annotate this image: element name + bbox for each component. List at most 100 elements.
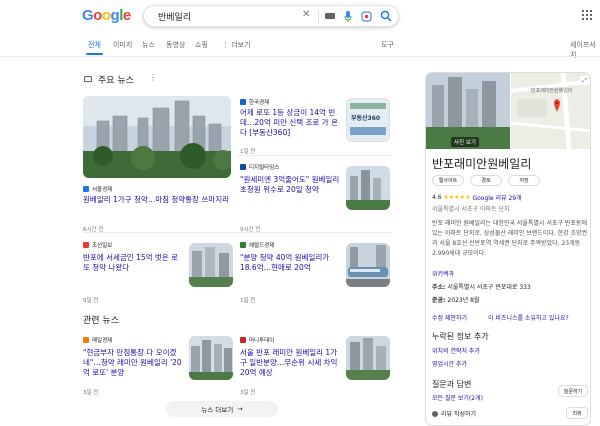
news-time: 9시간 전 — [240, 227, 261, 233]
news-thumbnail[interactable] — [346, 166, 390, 210]
tab-videos[interactable]: 동영상 — [166, 40, 185, 50]
rating-row: 4.6 ★★★★★ Google 리뷰 29개 — [432, 193, 522, 202]
microphone-icon[interactable] — [344, 11, 352, 22]
reviews-link[interactable]: Google 리뷰 29개 — [472, 193, 521, 202]
map-label: 반포래미안원베일리 — [531, 88, 573, 94]
news-thumbnail[interactable] — [346, 336, 390, 380]
news-thumbnail[interactable] — [189, 336, 233, 380]
more-options-icon[interactable]: ⋮ — [149, 73, 157, 82]
news-title[interactable]: 반포에 서세금인 15억 벗은 로또 청약 나왔다 — [83, 253, 183, 273]
clear-icon[interactable]: ✕ — [302, 10, 310, 20]
kp-map[interactable]: 반포래미안원베일리 ⤢ — [510, 73, 590, 150]
news-source: 조선일보 — [83, 241, 112, 249]
photo-label[interactable]: 사진 보기 — [451, 137, 479, 147]
news-thumbnail[interactable]: 부동산360 — [346, 98, 390, 142]
source-icon — [240, 99, 246, 105]
tab-more[interactable]: ⋮ 더보기 — [222, 40, 251, 50]
news-source: 디지털타임스 — [240, 163, 279, 171]
source-icon — [240, 164, 246, 170]
review-button[interactable]: 리뷰 — [566, 407, 588, 419]
logo-letter: G — [82, 7, 94, 24]
tab-all[interactable]: 전체 — [86, 40, 103, 55]
source-icon — [83, 337, 89, 343]
logo-letter: o — [101, 7, 111, 24]
knowledge-panel: 사진 보기 반포래미안원베일리 ⤢ 반포래미안원베일리 웹사이트 경로 저장 4… — [425, 72, 591, 426]
thumbnail-bar — [350, 127, 386, 135]
source-icon — [83, 186, 89, 192]
header-divider — [0, 56, 600, 57]
all-questions-link[interactable]: 모든 질문 보기(2개) — [432, 393, 483, 402]
rating-value: 4.6 — [432, 194, 442, 201]
apps-grid-icon[interactable] — [582, 10, 592, 20]
logo-letter: o — [93, 7, 102, 24]
thumbnail-label: 부동산360 — [351, 115, 381, 122]
news-time: 9일 전 — [83, 298, 99, 304]
news-time: 3일 전 — [240, 390, 256, 396]
news-title[interactable]: 서울 반포 래미안 원베일리 1가구 일반분양…무순위 시세 차익 20억 예상 — [240, 348, 340, 378]
source-icon — [240, 242, 246, 248]
logo-letter: g — [110, 7, 120, 24]
tab-news[interactable]: 뉴스 — [142, 40, 155, 50]
news-title[interactable]: "분양 청약 40억 원베일리가 18.6억…현매로 20억 — [240, 253, 340, 273]
save-chip[interactable]: 저장 — [508, 175, 540, 186]
own-business-link[interactable]: 이 비즈니스를 소유하고 있나요? — [488, 313, 569, 322]
lens-icon[interactable] — [361, 11, 372, 22]
top-news-title: 주요 뉴스 — [98, 76, 134, 86]
news-icon — [84, 76, 92, 82]
kp-description: 반포 래미안 원베일리는 대한민국 서울특별시 서초구 반포동에 있는 아파트 … — [432, 220, 588, 257]
search-icon[interactable] — [380, 10, 392, 22]
kp-title: 반포래미안원베일리 — [432, 157, 532, 171]
source-icon — [83, 242, 89, 248]
address-row: 주소: 서울특별시 서초구 반포대로 333 — [432, 284, 531, 291]
news-time: 3일 전 — [83, 390, 99, 396]
add-contact-link[interactable]: 위치의 연락처 추가 — [432, 346, 480, 355]
apartment-photo — [346, 166, 390, 210]
news-source: 헤럴드경제 — [240, 241, 274, 249]
apartment-photo — [189, 243, 233, 287]
news-title[interactable]: "현금부자 만점통장 다 모이겠네"…청약 래미안 원베일리 '20억 로또' … — [83, 348, 183, 378]
directions-chip[interactable]: 경로 — [470, 175, 502, 186]
featured-title[interactable]: 원베일리 1가구 청약…마침 청약통장 쓰마지리 — [83, 195, 229, 205]
tab-shopping[interactable]: 쇼핑 — [195, 40, 208, 50]
write-review-link[interactable]: 리뷰 작성하기 — [441, 409, 476, 418]
news-thumbnail[interactable] — [346, 243, 390, 287]
google-logo[interactable]: Google — [82, 7, 131, 24]
news-thumbnail[interactable] — [189, 243, 233, 287]
news-title[interactable]: 어제 로또 1등 상금이 14억 빈데…20억 미만 신택 조로 가 온다 [부… — [240, 108, 340, 138]
apartment-photo — [346, 336, 390, 380]
featured-news-image[interactable] — [83, 96, 231, 178]
news-source: 매일경제 — [83, 336, 112, 344]
news-title[interactable]: "원세미엔 3억줄어도" 원베일리 초청원 위수로 20일 청약 — [240, 175, 340, 195]
star-rating-icon: ★★★★★ — [443, 194, 471, 201]
divider — [236, 155, 392, 156]
add-review-icon — [432, 411, 438, 417]
tab-tools[interactable]: 도구 — [381, 40, 394, 50]
logo-letter: e — [122, 7, 131, 24]
featured-source: 서울경제 — [83, 185, 112, 193]
thumbnail-banner — [350, 103, 386, 109]
kp-photo[interactable]: 사진 보기 — [426, 73, 510, 149]
ask-question-button[interactable]: 질문하기 — [558, 385, 588, 397]
add-hours-link[interactable]: 영업시간 추가 — [432, 359, 467, 368]
safe-search-link[interactable]: 세이프서치 — [570, 40, 600, 60]
more-news-button[interactable]: 뉴스 더보기 → — [166, 401, 278, 417]
expand-map-icon[interactable]: ⤢ — [580, 76, 589, 85]
news-time: 1일 전 — [240, 298, 256, 304]
qa-title: 질문과 답변 — [432, 380, 472, 389]
apartment-photo — [189, 336, 233, 380]
search-box: ✕ — [143, 5, 399, 27]
keyboard-icon[interactable] — [325, 13, 335, 19]
missing-info-title: 누락된 정보 추가 — [432, 332, 489, 341]
wiki-link[interactable]: 위키백과 — [432, 269, 454, 278]
tab-images[interactable]: 이미지 — [113, 40, 132, 50]
website-chip[interactable]: 웹사이트 — [432, 175, 464, 186]
source-icon — [240, 337, 246, 343]
more-news-label: 뉴스 더보기 — [201, 406, 234, 414]
news-source: 머니투데이 — [240, 336, 274, 344]
map-graphic — [510, 73, 590, 150]
apartment-photo — [83, 96, 231, 178]
search-input[interactable] — [158, 9, 298, 23]
train-photo — [346, 243, 390, 287]
suggest-edit-link[interactable]: 수정 제안하기 — [432, 313, 467, 322]
news-time: 1일 전 — [240, 149, 256, 155]
